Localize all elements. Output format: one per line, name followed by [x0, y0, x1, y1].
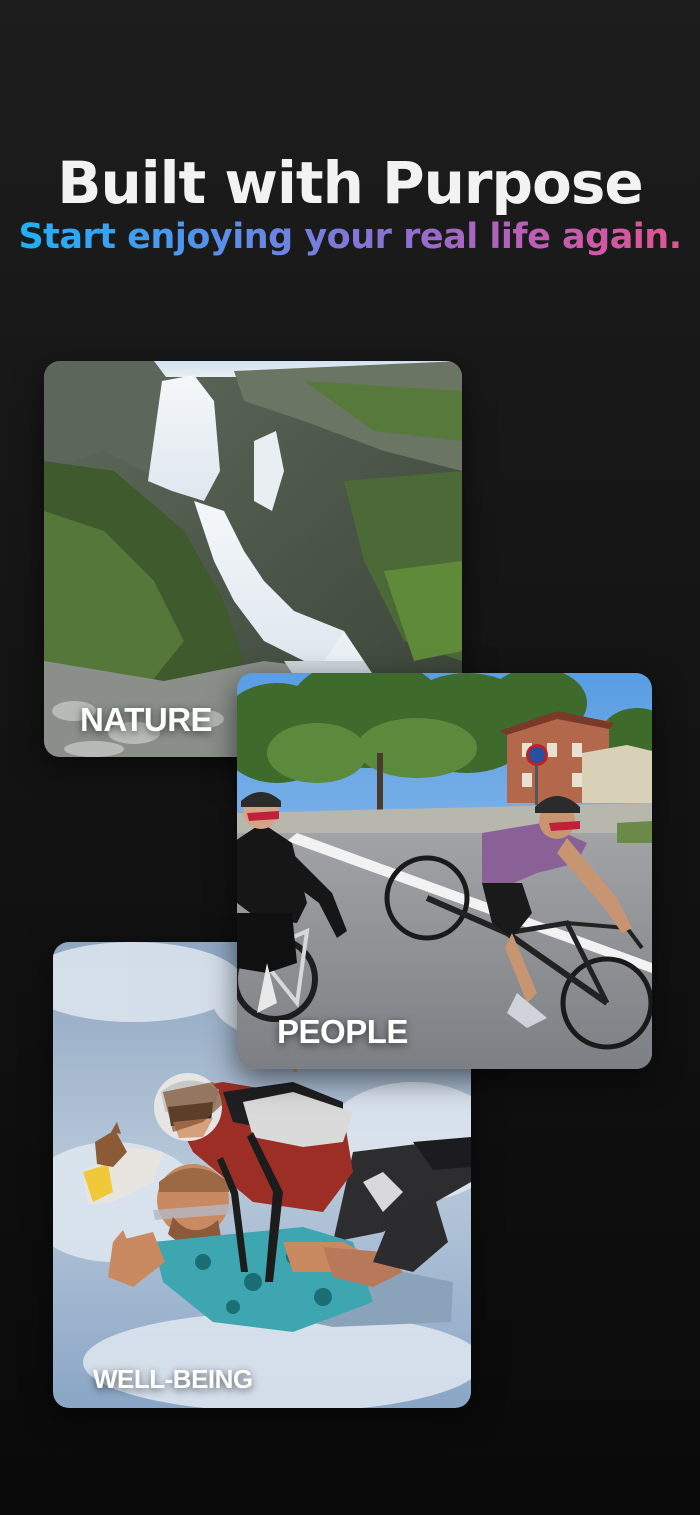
subtitle-gradient-text: Start enjoying your real life again.	[18, 217, 682, 257]
cyclists-photo	[237, 673, 652, 1069]
page-subtitle: Start enjoying your real life again.	[0, 214, 700, 260]
people-card[interactable]: PEOPLE	[237, 673, 652, 1069]
nature-label: NATURE	[80, 701, 213, 738]
page-title: Built with Purpose	[57, 149, 643, 217]
wellbeing-label: WELL-BEING	[93, 1364, 253, 1394]
people-label: PEOPLE	[277, 1013, 408, 1050]
